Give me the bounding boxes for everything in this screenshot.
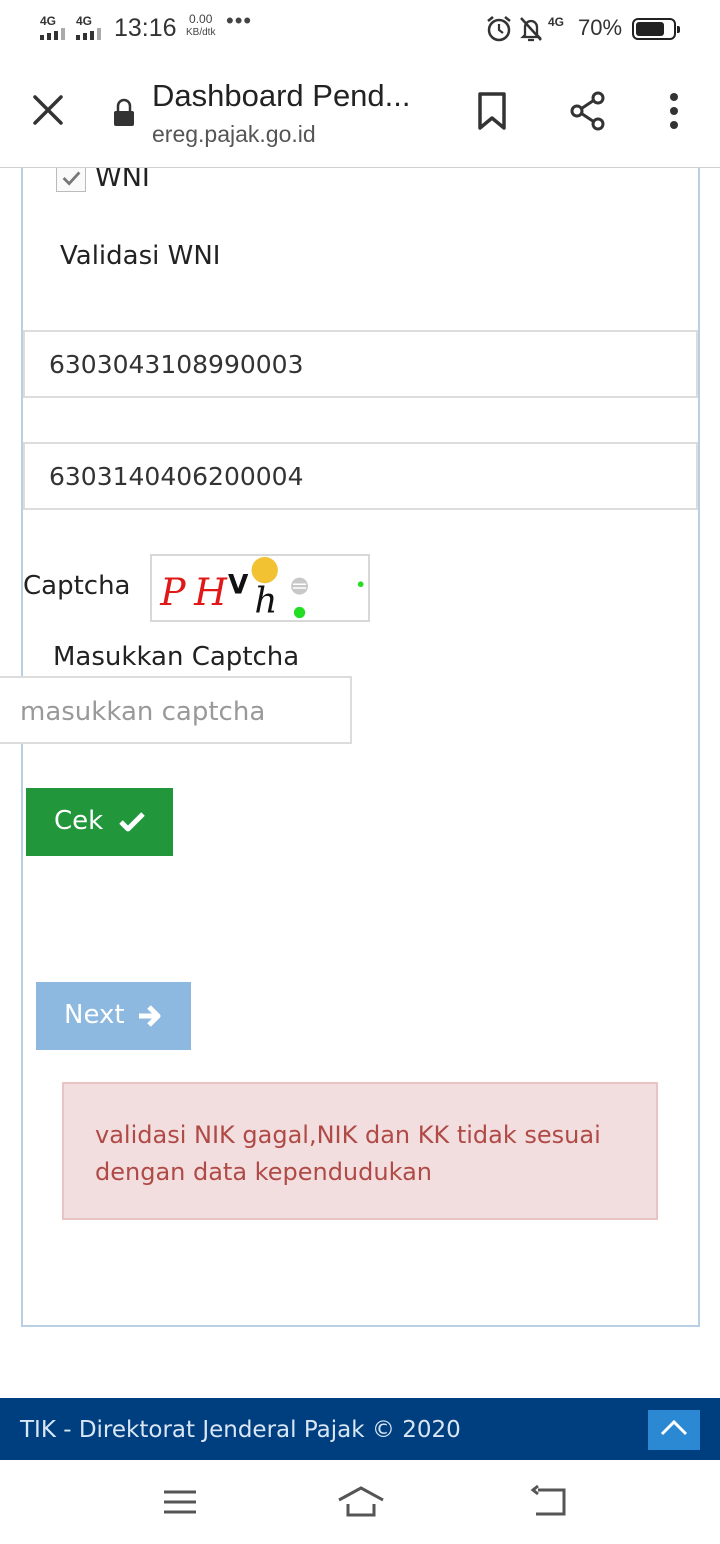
- next-button[interactable]: Next: [36, 982, 191, 1050]
- captcha-char-4: h: [254, 580, 277, 621]
- masukkan-captcha-label: Masukkan Captcha: [53, 642, 300, 672]
- footer-copyright: TIK - Direktorat Jenderal Pajak © 2020: [20, 1417, 461, 1443]
- wni-label: WNI: [95, 168, 150, 193]
- share-icon[interactable]: [568, 90, 608, 132]
- bookmark-icon[interactable]: [472, 90, 512, 132]
- speed-value: 0.00: [189, 12, 213, 26]
- network-type-1: 4G: [40, 14, 57, 28]
- page-content: WNI Validasi WNI 6303043108990003 630314…: [0, 168, 720, 1398]
- chevron-up-icon: [660, 1419, 688, 1436]
- system-nav-bar: [0, 1460, 720, 1544]
- kk-input[interactable]: 6303140406200004: [23, 442, 698, 510]
- cek-label: Cek: [54, 806, 104, 836]
- browser-toolbar: Dashboard Pend... ereg.pajak.go.id: [0, 58, 720, 168]
- captcha-image: P H V h: [150, 554, 370, 622]
- check-icon: [119, 812, 145, 832]
- next-label: Next: [64, 1000, 125, 1030]
- mute-bell-icon: [520, 17, 542, 42]
- error-alert: validasi NIK gagal,NIK dan KK tidak sesu…: [62, 1082, 658, 1220]
- network-type-2: 4G: [76, 14, 93, 28]
- captcha-char-1: P: [159, 570, 186, 614]
- speed-unit: KB/dtk: [186, 27, 216, 38]
- validasi-wni-heading: Validasi WNI: [60, 241, 221, 271]
- close-icon[interactable]: [30, 92, 66, 128]
- captcha-input[interactable]: masukkan captcha: [0, 676, 352, 744]
- alarm-icon: [487, 16, 511, 42]
- network-type-3: 4G: [548, 15, 565, 29]
- clock: 13:16: [114, 14, 177, 42]
- page-url[interactable]: ereg.pajak.go.id: [152, 121, 316, 148]
- nik-input[interactable]: 6303043108990003: [23, 330, 698, 398]
- battery-level: [636, 22, 664, 36]
- captcha-char-3: V: [228, 571, 249, 601]
- lock-icon: [114, 98, 134, 126]
- arrow-right-icon: [139, 1005, 161, 1027]
- menu-icon[interactable]: [160, 1484, 200, 1520]
- status-bar: 4G 4G 13:16 0.00 KB/dtk ••• 4G 70%: [0, 0, 720, 58]
- page-footer: TIK - Direktorat Jenderal Pajak © 2020: [0, 1398, 720, 1460]
- wni-checkbox[interactable]: [56, 168, 86, 192]
- page-title[interactable]: Dashboard Pend...: [152, 78, 411, 114]
- more-vert-icon[interactable]: [654, 90, 694, 132]
- captcha-label: Captcha: [23, 571, 131, 601]
- home-icon[interactable]: [336, 1484, 386, 1520]
- network-speed: 0.00 KB/dtk: [186, 12, 215, 40]
- back-icon[interactable]: [530, 1484, 570, 1520]
- scroll-to-top-button[interactable]: [648, 1410, 700, 1450]
- cek-button[interactable]: Cek: [26, 788, 173, 856]
- captcha-char-2: H: [193, 570, 228, 614]
- battery-percent: 70%: [578, 15, 623, 40]
- more-notifications-icon: •••: [226, 8, 253, 33]
- alert-line-2: dengan data kependudukan: [95, 1158, 432, 1186]
- alert-line-1: validasi NIK gagal,NIK dan KK tidak sesu…: [95, 1121, 601, 1149]
- battery-icon: [632, 18, 680, 40]
